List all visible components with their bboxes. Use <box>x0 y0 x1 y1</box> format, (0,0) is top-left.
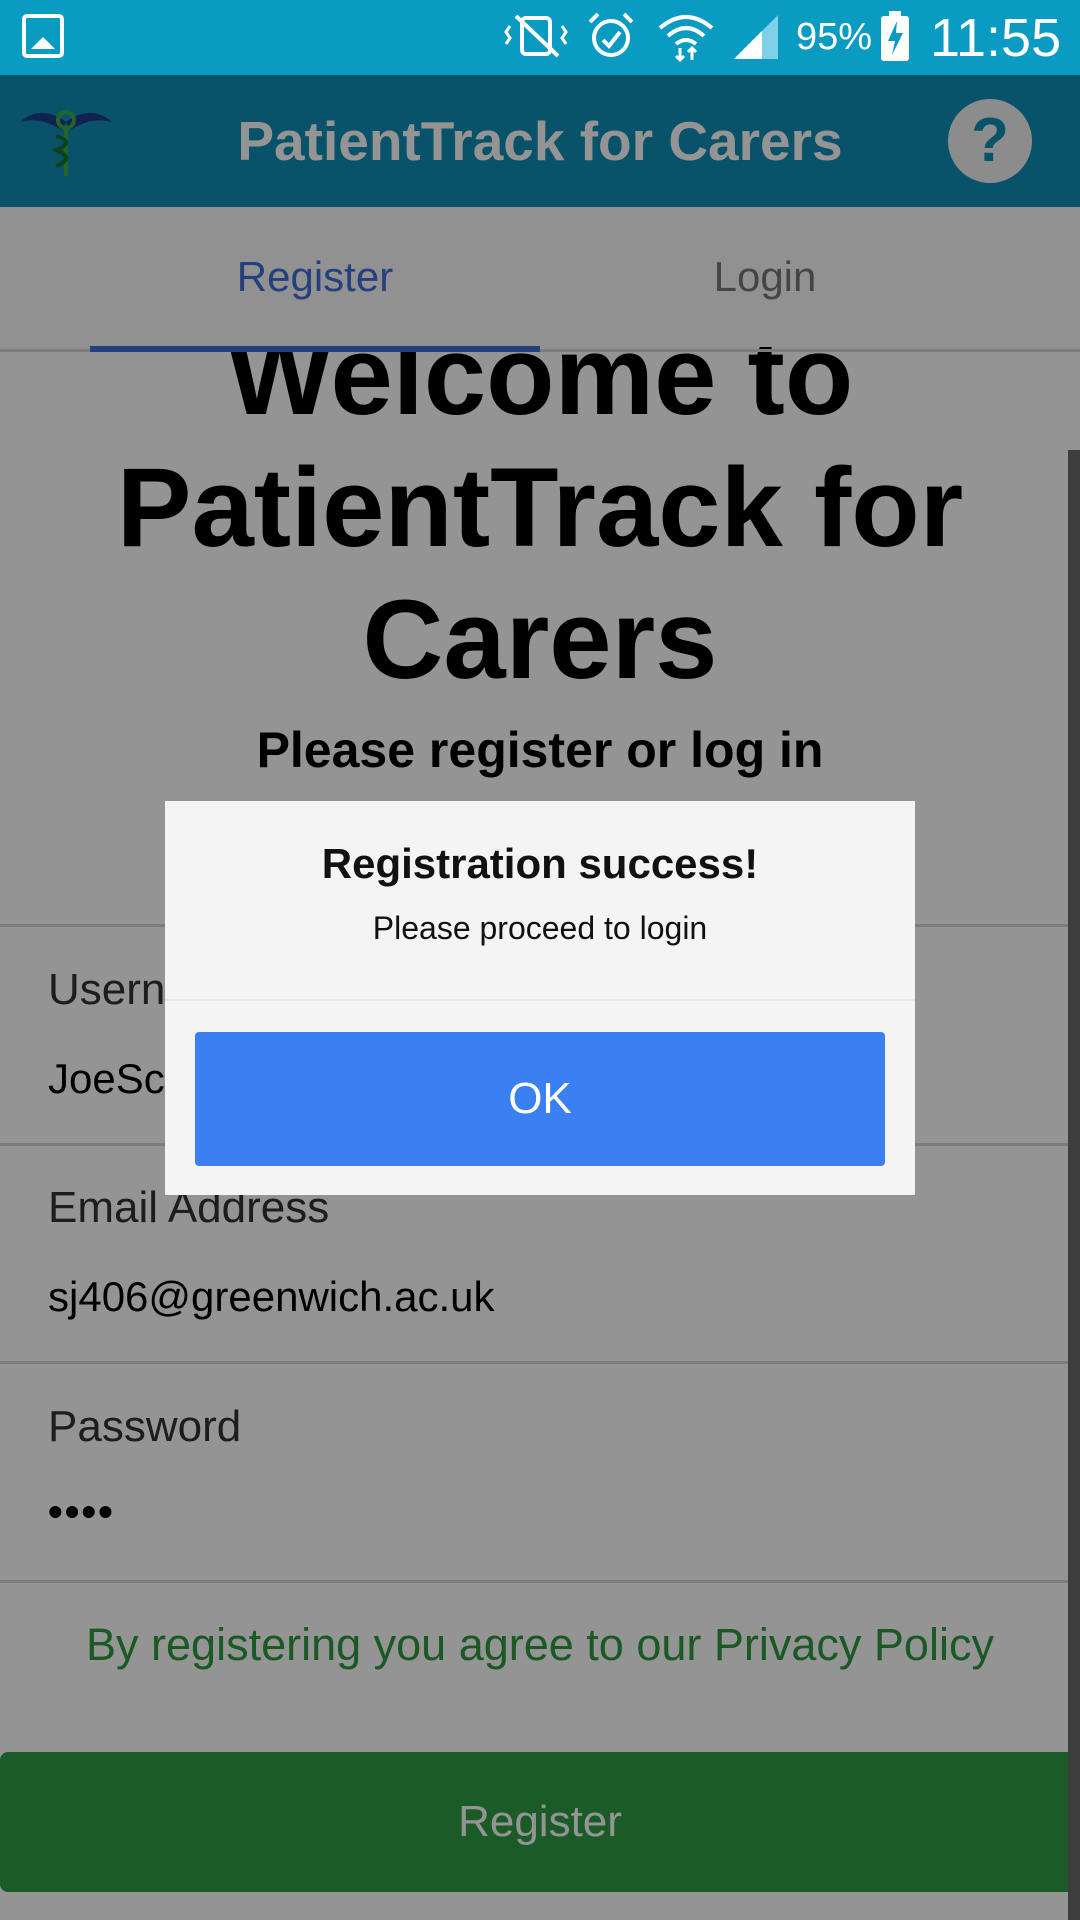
status-time: 11:55 <box>930 8 1062 68</box>
alarm-icon <box>584 10 638 62</box>
ok-button[interactable]: OK <box>195 1032 885 1166</box>
signal-icon <box>730 10 782 62</box>
gallery-icon <box>22 14 64 58</box>
battery-percent: 95% <box>796 16 873 58</box>
battery-charging-icon <box>878 10 912 62</box>
dialog-message: Please proceed to login <box>372 910 708 946</box>
wifi-icon <box>656 10 716 62</box>
vibrate-mute-icon <box>500 10 572 62</box>
dialog-divider <box>165 999 915 1001</box>
status-bar: 95% 11:55 <box>0 0 1080 75</box>
dialog-title: Registration success! <box>321 840 759 887</box>
